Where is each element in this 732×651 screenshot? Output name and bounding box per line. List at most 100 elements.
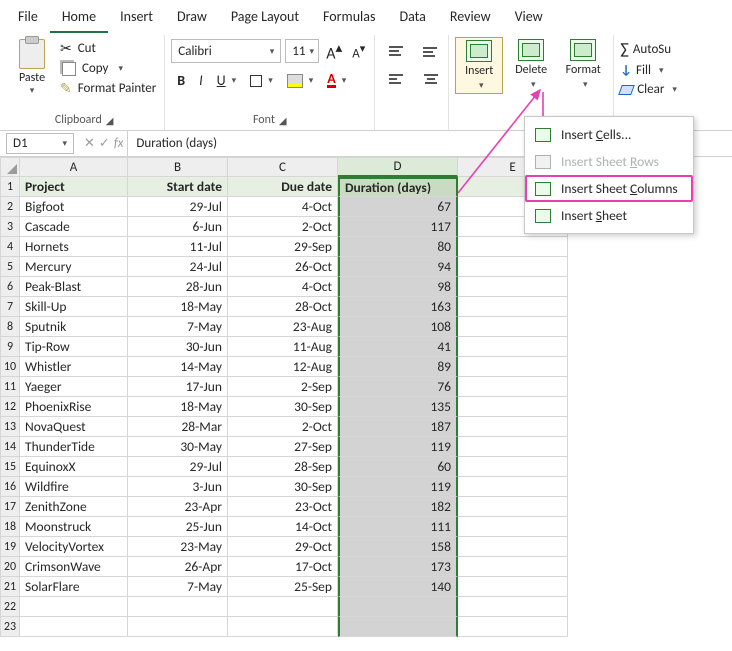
table-cell[interactable]: 29-Oct xyxy=(228,537,338,557)
font-color-button[interactable]: A▾ xyxy=(321,70,352,91)
table-cell[interactable] xyxy=(338,617,458,637)
table-cell[interactable]: 140 xyxy=(338,577,458,597)
row-header-20[interactable]: 20 xyxy=(0,557,20,577)
table-cell[interactable]: 119 xyxy=(338,437,458,457)
table-cell[interactable]: Mercury xyxy=(20,257,128,277)
name-box[interactable]: D1▾ xyxy=(6,133,74,154)
font-size-select[interactable]: 11▾ xyxy=(285,39,319,63)
menu-item-insert[interactable]: Insert xyxy=(108,4,165,33)
align-left-button[interactable] xyxy=(381,69,413,91)
table-cell[interactable]: 28-Jun xyxy=(128,277,228,297)
table-cell[interactable]: 7-May xyxy=(128,317,228,337)
table-cell[interactable]: 3-Jun xyxy=(128,477,228,497)
table-cell[interactable] xyxy=(458,477,568,497)
fill-color-button[interactable]: ▾ xyxy=(281,71,320,91)
row-header-5[interactable]: 5 xyxy=(0,257,20,277)
table-cell[interactable] xyxy=(458,277,568,297)
table-cell[interactable]: 173 xyxy=(338,557,458,577)
table-cell[interactable]: 60 xyxy=(338,457,458,477)
table-cell[interactable] xyxy=(228,617,338,637)
menu-item-home[interactable]: Home xyxy=(50,4,108,33)
row-header-12[interactable]: 12 xyxy=(0,397,20,417)
table-cell[interactable]: 23-Oct xyxy=(228,497,338,517)
menu-item-review[interactable]: Review xyxy=(438,4,503,33)
paste-button[interactable]: Paste ▾ xyxy=(10,37,54,96)
cancel-icon[interactable]: ✕ xyxy=(84,136,95,151)
menu-item-formulas[interactable]: Formulas xyxy=(311,4,387,33)
table-cell[interactable]: 163 xyxy=(338,297,458,317)
row-header-1[interactable]: 1 xyxy=(0,177,20,197)
table-cell[interactable]: Hornets xyxy=(20,237,128,257)
table-cell[interactable] xyxy=(458,557,568,577)
col-header-C[interactable]: C xyxy=(228,157,338,177)
table-cell[interactable]: 17-Oct xyxy=(228,557,338,577)
table-cell[interactable]: 135 xyxy=(338,397,458,417)
table-cell[interactable]: 14-May xyxy=(128,357,228,377)
table-cell[interactable]: 30-Sep xyxy=(228,397,338,417)
copy-button[interactable]: Copy▾ xyxy=(58,60,158,77)
col-header-B[interactable]: B xyxy=(128,157,228,177)
table-cell[interactable]: 30-Jun xyxy=(128,337,228,357)
table-cell[interactable]: Sputnik xyxy=(20,317,128,337)
table-cell[interactable] xyxy=(458,537,568,557)
table-cell[interactable]: 67 xyxy=(338,197,458,217)
table-cell[interactable] xyxy=(458,497,568,517)
table-header[interactable]: Due date xyxy=(228,177,338,197)
confirm-icon[interactable]: ✓ xyxy=(99,136,110,151)
table-cell[interactable]: 41 xyxy=(338,337,458,357)
table-cell[interactable]: 94 xyxy=(338,257,458,277)
row-header-3[interactable]: 3 xyxy=(0,217,20,237)
table-cell[interactable]: 29-Sep xyxy=(228,237,338,257)
table-cell[interactable] xyxy=(228,597,338,617)
menu-item-file[interactable]: File xyxy=(6,4,50,33)
table-cell[interactable] xyxy=(20,617,128,637)
table-cell[interactable]: 28-Sep xyxy=(228,457,338,477)
table-cell[interactable] xyxy=(128,597,228,617)
table-cell[interactable] xyxy=(458,237,568,257)
bold-button[interactable]: B xyxy=(171,69,191,92)
shrink-font-icon[interactable]: A▾ xyxy=(349,42,368,61)
table-cell[interactable]: EquinoxX xyxy=(20,457,128,477)
table-cell[interactable]: Skill-Up xyxy=(20,297,128,317)
table-cell[interactable] xyxy=(458,337,568,357)
grow-font-icon[interactable]: A▴ xyxy=(323,39,345,63)
row-header-17[interactable]: 17 xyxy=(0,497,20,517)
table-cell[interactable]: 117 xyxy=(338,217,458,237)
format-painter-button[interactable]: ✎Format Painter xyxy=(58,79,158,98)
table-cell[interactable]: 11-Jul xyxy=(128,237,228,257)
menu-item-page-layout[interactable]: Page Layout xyxy=(219,4,311,33)
table-cell[interactable]: 26-Apr xyxy=(128,557,228,577)
table-cell[interactable]: 29-Jul xyxy=(128,197,228,217)
table-cell[interactable] xyxy=(20,597,128,617)
table-cell[interactable]: 29-Jul xyxy=(128,457,228,477)
table-cell[interactable] xyxy=(458,597,568,617)
table-cell[interactable]: 26-Oct xyxy=(228,257,338,277)
clear-button[interactable]: Clear▾ xyxy=(620,81,677,98)
table-cell[interactable]: 119 xyxy=(338,477,458,497)
menu-item-insert-sheet-columns[interactable]: Insert Sheet Columns xyxy=(525,175,693,202)
table-cell[interactable]: 7-May xyxy=(128,577,228,597)
table-cell[interactable]: Cascade xyxy=(20,217,128,237)
table-cell[interactable]: 158 xyxy=(338,537,458,557)
table-cell[interactable]: 28-Mar xyxy=(128,417,228,437)
table-cell[interactable]: NovaQuest xyxy=(20,417,128,437)
insert-button[interactable]: Insert ▾ xyxy=(455,37,503,94)
underline-button[interactable]: U▾ xyxy=(211,69,243,92)
row-header-15[interactable]: 15 xyxy=(0,457,20,477)
row-header-7[interactable]: 7 xyxy=(0,297,20,317)
table-cell[interactable] xyxy=(458,457,568,477)
col-header-D[interactable]: D xyxy=(338,157,458,177)
table-cell[interactable]: Moonstruck xyxy=(20,517,128,537)
table-cell[interactable]: 11-Aug xyxy=(228,337,338,357)
row-header-6[interactable]: 6 xyxy=(0,277,20,297)
table-cell[interactable] xyxy=(458,617,568,637)
format-button[interactable]: Format ▾ xyxy=(559,37,607,92)
dialog-launcher-icon[interactable]: ◢ xyxy=(106,114,114,127)
table-cell[interactable]: 23-May xyxy=(128,537,228,557)
table-cell[interactable]: 27-Sep xyxy=(228,437,338,457)
table-cell[interactable] xyxy=(458,397,568,417)
cut-button[interactable]: ✂Cut xyxy=(58,39,158,58)
table-cell[interactable]: ZenithZone xyxy=(20,497,128,517)
row-header-21[interactable]: 21 xyxy=(0,577,20,597)
col-header-A[interactable]: A xyxy=(20,157,128,177)
